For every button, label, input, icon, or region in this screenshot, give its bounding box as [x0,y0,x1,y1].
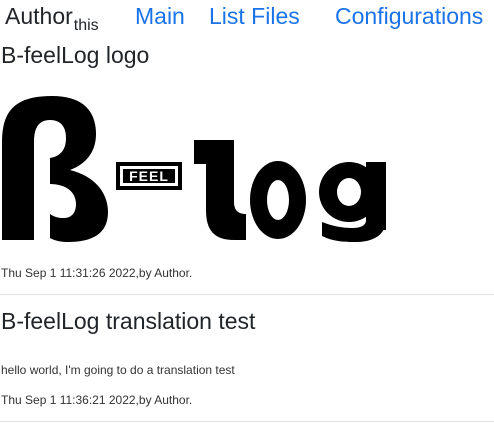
logo-feel-badge: FEEL [116,162,182,190]
post-meta: Thu Sep 1 11:31:26 2022,by Author. [1,266,193,280]
nav-link-main[interactable]: Main [135,3,185,30]
logo-l-glyph [194,140,246,240]
brand-subscript: this [73,17,99,34]
post-meta: Thu Sep 1 11:36:21 2022,by Author. [1,393,193,407]
brand-link[interactable]: Authorthis [5,3,99,35]
bfeellog-logo-image: FEEL [2,96,386,242]
post-divider [0,421,494,422]
logo-b-glyph [2,96,108,242]
post-title[interactable]: B-feelLog translation test [1,308,255,335]
post-divider [0,294,494,295]
post-title[interactable]: B-feelLog logo [1,42,149,69]
top-navigation: Authorthis Main List Files Configuration… [0,0,494,36]
nav-link-list-files[interactable]: List Files [209,3,300,30]
logo-feel-text: FEEL [129,168,169,184]
logo-o-glyph [250,161,306,239]
brand-name: Author [5,3,73,29]
logo-g-glyph [319,162,386,242]
nav-link-configurations[interactable]: Configurations [335,3,483,30]
post-body: hello world, I'm going to do a translati… [1,363,235,377]
